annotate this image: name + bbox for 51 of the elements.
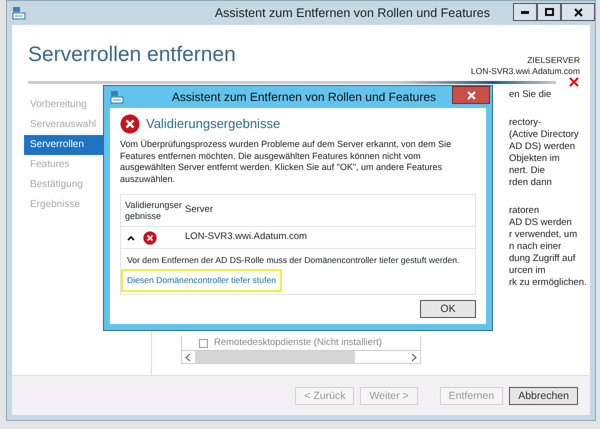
page-title: Serverrollen entfernen bbox=[28, 42, 236, 68]
app-icon bbox=[110, 90, 124, 104]
minimize-icon bbox=[521, 10, 529, 14]
wizard-step[interactable]: Features bbox=[24, 155, 103, 175]
target-label: ZIELSERVER bbox=[526, 55, 580, 66]
error-icon bbox=[120, 114, 140, 134]
window-title: Assistent zum Entfernen von Rollen und Features bbox=[214, 4, 490, 22]
description-text: r verwendet, um bbox=[509, 229, 578, 241]
role-label: Remotedesktopdienste (Nicht installiert) bbox=[214, 336, 382, 350]
maximize-button[interactable] bbox=[537, 3, 561, 21]
dialog-heading: Validierungsergebnisse bbox=[146, 115, 280, 134]
wizard-button[interactable]: Abbrechen bbox=[509, 386, 578, 404]
close-icon bbox=[466, 90, 476, 100]
description-text: AD DS) werden bbox=[509, 141, 576, 153]
wizard-step[interactable]: Bestätigung bbox=[24, 175, 103, 195]
wizard-step[interactable]: Vorbereitung bbox=[24, 95, 103, 115]
wizard-step[interactable]: Serverauswahl bbox=[24, 115, 103, 135]
column-header: Server bbox=[185, 203, 213, 218]
description-text: ratoren bbox=[509, 205, 540, 217]
ok-button[interactable]: OK bbox=[420, 300, 476, 318]
caret-icon[interactable] bbox=[127, 234, 135, 240]
demote-link[interactable]: Diesen Domänencontroller tiefer stufen bbox=[121, 268, 282, 292]
description-text: AD DS werden bbox=[509, 217, 573, 229]
error-icon bbox=[143, 230, 157, 244]
description-text: dung Zugriff auf bbox=[509, 253, 576, 265]
minimize-button[interactable] bbox=[513, 3, 537, 21]
description-text: Objekten im bbox=[509, 153, 561, 165]
target-server: LON-SVR3.wwi.Adatum.com bbox=[470, 66, 580, 78]
description-text: urcen im bbox=[509, 265, 546, 277]
description-text: rk zu ermöglichen. bbox=[509, 277, 588, 289]
column-header: Validierungsergebnisse bbox=[125, 200, 183, 222]
wizard-step[interactable]: Ergebnisse bbox=[24, 195, 103, 215]
description-text: en Sie die bbox=[509, 89, 552, 101]
description-text: rectory- bbox=[509, 117, 542, 129]
dialog-message: Vom Überprüfungsprozess wurden Probleme auf dem Server erkannt, von dem Sie Features entfernen möchten. Die ausgewählten Features können nicht vom ausgewählten Server entfernt werden. Klicken Sie auf "OK", um andere Features auszuwählen. bbox=[120, 139, 452, 185]
maximize-icon bbox=[544, 8, 554, 16]
wizard-step[interactable]: Serverrollen bbox=[24, 135, 103, 155]
close-button[interactable] bbox=[452, 86, 490, 104]
dialog-title: Assistent zum Entfernen von Rollen und Features bbox=[172, 89, 436, 106]
close-icon bbox=[574, 8, 582, 16]
description-text: rden dann bbox=[509, 177, 553, 189]
close-button[interactable] bbox=[561, 3, 595, 21]
detail-text: Vor dem Entfernen der AD DS-Rolle muss der Domänencontroller tiefer gestuft werden. bbox=[127, 254, 460, 267]
error-icon[interactable] bbox=[568, 76, 580, 88]
app-icon bbox=[12, 6, 26, 20]
description-text: nert. Die bbox=[509, 165, 546, 177]
description-text: n nach einer bbox=[509, 241, 562, 253]
checkbox[interactable] bbox=[199, 338, 208, 348]
scrollbar-thumb[interactable] bbox=[195, 351, 355, 363]
description-text: (Active Directory bbox=[509, 129, 580, 141]
server-name: LON-SVR3.wwi.Adatum.com bbox=[185, 230, 307, 244]
